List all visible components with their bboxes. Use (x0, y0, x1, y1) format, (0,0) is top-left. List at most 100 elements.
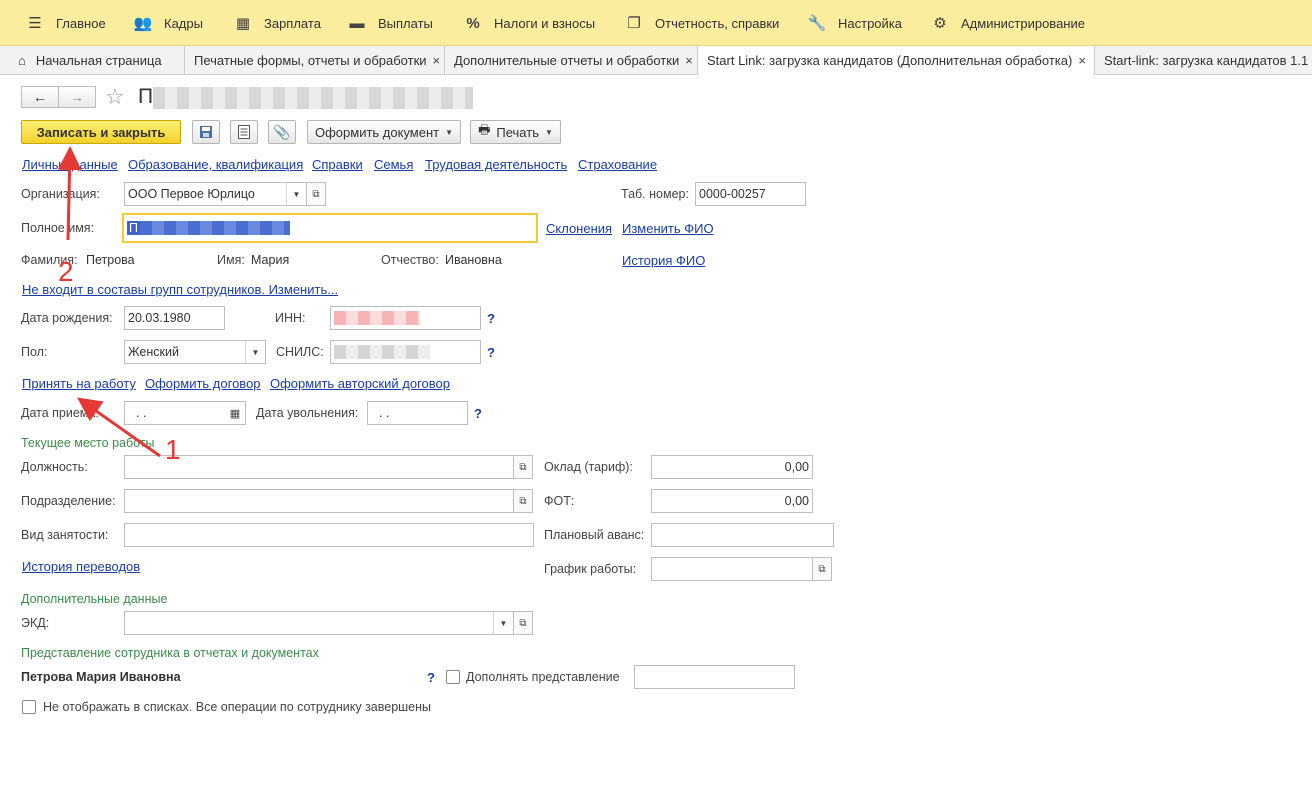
dismiss-label: Дата увольнения: (256, 406, 359, 420)
advance-input[interactable] (651, 523, 834, 547)
salary-label: Оклад (тариф): (544, 460, 633, 474)
tab-print-forms[interactable]: Печатные формы, отчеты и обработки × (185, 46, 445, 75)
supplement-input[interactable] (634, 665, 795, 689)
contract-link[interactable]: Оформить договор (145, 376, 261, 391)
supplement-checkbox[interactable] (446, 670, 460, 684)
link-personal-data[interactable]: Личные данные (22, 157, 118, 172)
tab-start-link[interactable]: Start Link: загрузка кандидатов (Дополни… (698, 46, 1095, 75)
wrench-icon: 🔧 (807, 15, 827, 32)
annotation-label-1: 1 (165, 434, 181, 465)
favorite-star-icon[interactable]: ☆ (105, 84, 125, 110)
representation-section: Представление сотрудника в отчетах и док… (21, 646, 319, 660)
link-family[interactable]: Семья (374, 157, 413, 172)
close-icon[interactable]: × (685, 53, 693, 68)
salary-input[interactable]: 0,00 (651, 455, 813, 479)
percent-icon: % (466, 14, 480, 32)
patronymic-value: Ивановна (445, 253, 502, 267)
employment-input[interactable] (124, 523, 534, 547)
attachment-icon[interactable]: 📎 (268, 120, 296, 144)
chevron-down-icon[interactable]: ▼ (286, 183, 306, 205)
help-icon[interactable]: ? (474, 406, 482, 421)
snils-label: СНИЛС: (276, 345, 324, 359)
dismiss-date-input[interactable]: . . (367, 401, 468, 425)
open-icon[interactable]: ⧉ (513, 611, 533, 635)
employment-label: Вид занятости: (21, 528, 109, 542)
open-icon[interactable]: ⧉ (306, 182, 326, 206)
fullname-input[interactable]: П (122, 213, 538, 243)
annotation-label-2: 2 (58, 256, 74, 287)
menu-item-payments[interactable]: ▬ Выплаты (346, 0, 433, 46)
history-fio-link[interactable]: История ФИО (622, 253, 705, 268)
make-document-button[interactable]: Оформить документ ▼ (307, 120, 461, 144)
menu-item-admin[interactable]: ⚙ Администрирование (929, 0, 1085, 46)
link-certificates[interactable]: Справки (312, 157, 363, 172)
hamburger-icon: ☰ (28, 15, 42, 32)
redacted-snils (334, 345, 430, 359)
link-education[interactable]: Образование, квалификация (128, 157, 303, 172)
help-icon[interactable]: ? (427, 670, 435, 685)
dept-label: Подразделение: (21, 494, 116, 508)
open-icon[interactable]: ⧉ (513, 455, 533, 479)
fot-label: ФОТ: (544, 494, 575, 508)
menu-item-settings[interactable]: 🔧 Настройка (806, 0, 902, 46)
menu-item-reports[interactable]: ❐ Отчетность, справки (623, 0, 779, 46)
chevron-down-icon[interactable]: ▼ (245, 341, 265, 363)
position-input[interactable] (124, 455, 514, 479)
close-icon[interactable]: × (1078, 53, 1086, 68)
people-icon: 👥 (133, 15, 153, 32)
author-contract-link[interactable]: Оформить авторский договор (270, 376, 450, 391)
reports-icon: ❐ (627, 15, 641, 32)
save-icon[interactable] (192, 120, 220, 144)
open-icon[interactable]: ⧉ (812, 557, 832, 581)
calendar-icon[interactable]: ▦ (225, 402, 245, 424)
tab-additional-reports[interactable]: Дополнительные отчеты и обработки × (445, 46, 698, 75)
ekd-select[interactable]: ▼ (124, 611, 514, 635)
hire-date-input[interactable]: . . ▦ (124, 401, 246, 425)
hide-label: Не отображать в списках. Все операции по… (43, 700, 432, 714)
birth-date-input[interactable]: 20.03.1980 (124, 306, 225, 330)
schedule-label: График работы: (544, 562, 637, 576)
birth-label: Дата рождения: (21, 311, 113, 325)
close-icon[interactable]: × (433, 53, 441, 68)
inn-input[interactable] (330, 306, 481, 330)
open-icon[interactable]: ⧉ (513, 489, 533, 513)
tab-start-link-11[interactable]: Start-link: загрузка кандидатов 1.1 (1095, 46, 1312, 75)
gender-select[interactable]: Женский ▼ (124, 340, 266, 364)
link-employment[interactable]: Трудовая деятельность (425, 157, 567, 172)
menu-item-main[interactable]: ☰ Главное (24, 0, 105, 46)
declensions-link[interactable]: Склонения (546, 221, 612, 236)
schedule-input[interactable] (651, 557, 813, 581)
tab-bar: ⌂ Начальная страница Печатные формы, отч… (0, 46, 1312, 75)
hire-date-label: Дата приема: (21, 406, 99, 420)
menu-item-taxes[interactable]: % Налоги и взносы (462, 0, 595, 46)
chevron-down-icon: ▼ (445, 127, 454, 137)
chevron-down-icon[interactable]: ▼ (493, 612, 513, 634)
printer-icon: 🖶 (478, 122, 491, 137)
forward-button[interactable]: → (58, 86, 96, 108)
ekd-label: ЭКД: (21, 616, 50, 630)
hide-checkbox[interactable] (22, 700, 36, 714)
menu-item-personnel[interactable]: 👥 Кадры (132, 0, 203, 46)
tab-home[interactable]: ⌂ Начальная страница (0, 46, 185, 75)
help-icon[interactable]: ? (487, 311, 495, 326)
dept-input[interactable] (124, 489, 514, 513)
tab-number-input[interactable]: 0000-00257 (695, 182, 806, 206)
representation-value: Петрова Мария Ивановна (21, 670, 181, 684)
menu-item-salary[interactable]: ▦ Зарплата (232, 0, 321, 46)
extra-section: Дополнительные данные (21, 592, 168, 606)
fot-input[interactable]: 0,00 (651, 489, 813, 513)
transfers-link[interactable]: История переводов (22, 559, 140, 574)
snils-input[interactable] (330, 340, 481, 364)
change-fio-link[interactable]: Изменить ФИО (622, 221, 714, 236)
back-button[interactable]: ← (21, 86, 59, 108)
help-icon[interactable]: ? (487, 345, 495, 360)
name-label: Имя: (217, 253, 245, 267)
hire-link[interactable]: Принять на работу (22, 376, 136, 391)
org-select[interactable]: ООО Первое Юрлицо ▼ (124, 182, 307, 206)
chevron-down-icon: ▼ (544, 127, 553, 137)
link-insurance[interactable]: Страхование (578, 157, 657, 172)
home-icon: ⌂ (18, 53, 26, 68)
print-button[interactable]: 🖶 Печать ▼ (470, 120, 561, 144)
save-close-button[interactable]: Записать и закрыть (21, 120, 181, 144)
list-icon[interactable] (230, 120, 258, 144)
